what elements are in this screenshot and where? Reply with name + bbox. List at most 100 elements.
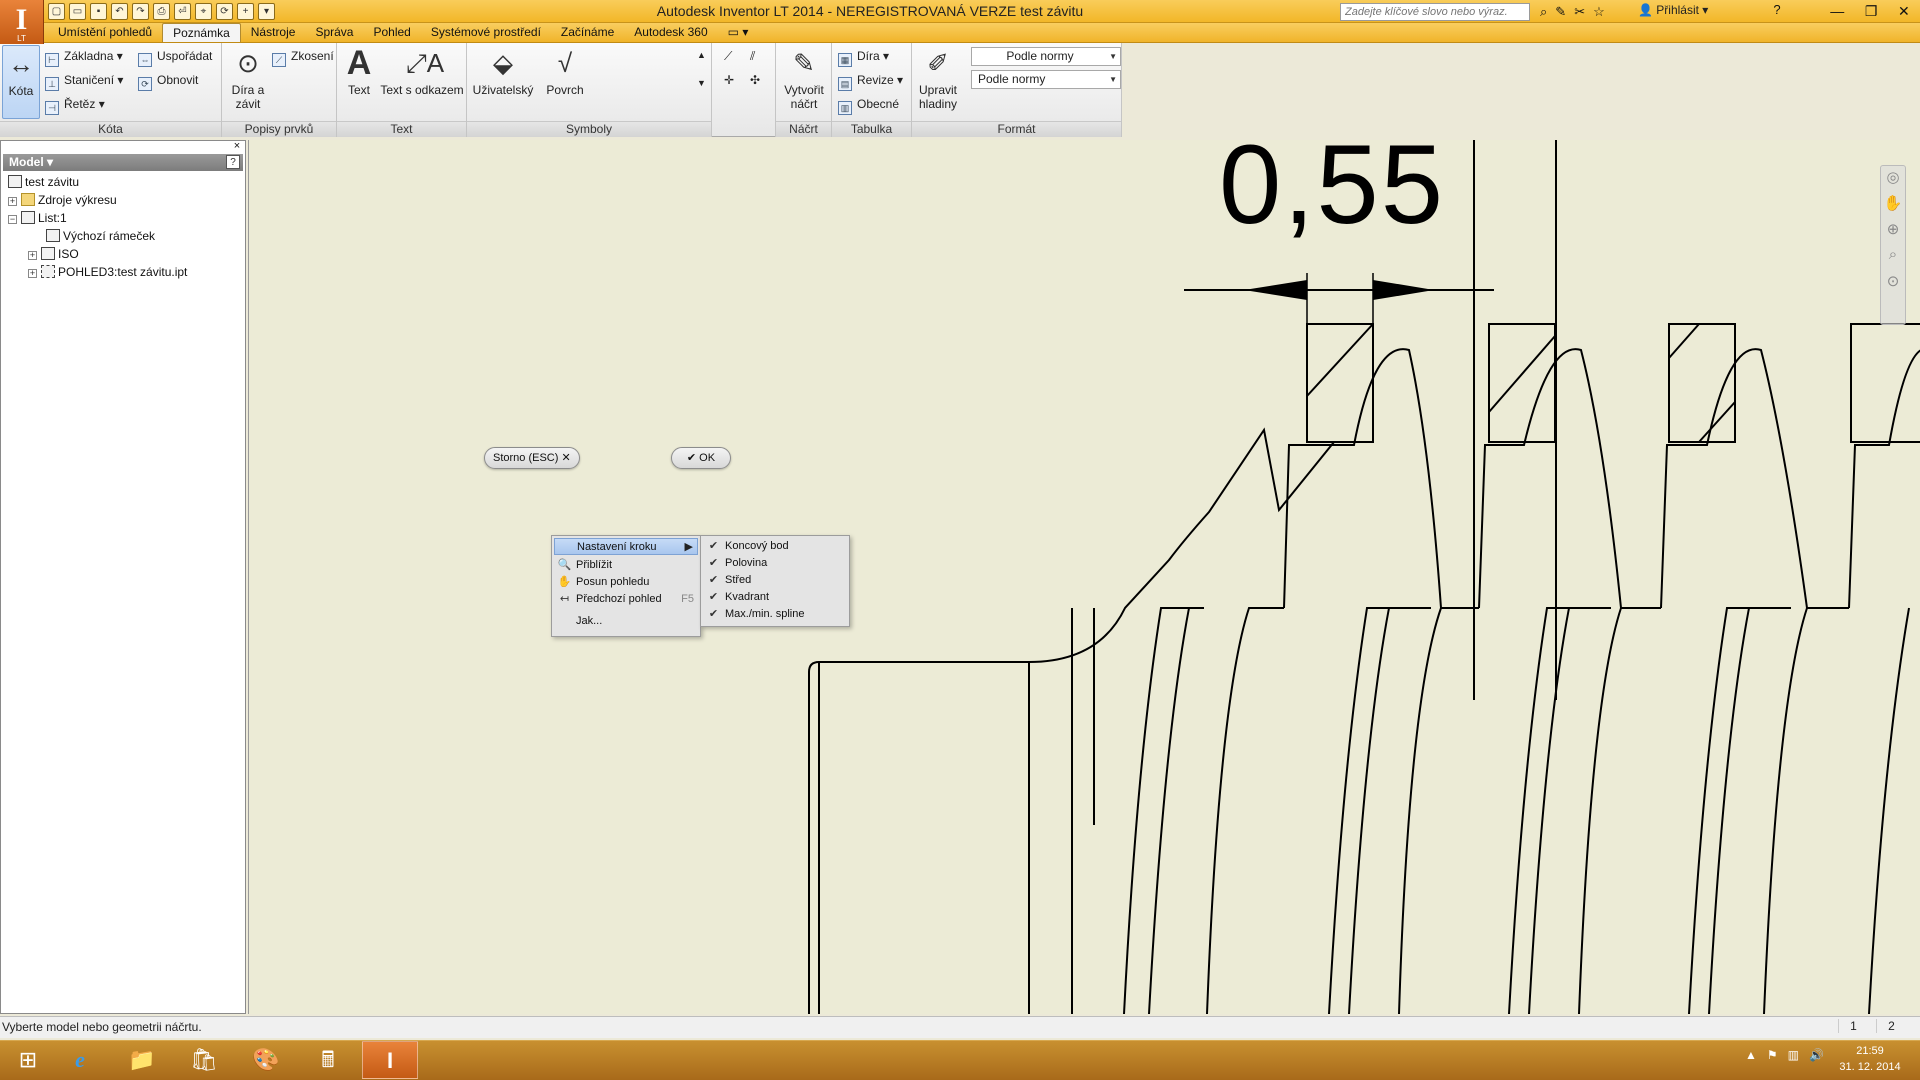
expand-icon[interactable]: + [28,269,37,278]
tree-item-iso[interactable]: + ISO [28,245,79,263]
tab-overflow-icon[interactable]: ▭ ▾ [718,23,759,42]
network-icon[interactable]: ▥ [1788,1048,1799,1062]
expand-icon[interactable]: + [28,251,37,260]
return-icon[interactable]: ⏎ [174,3,191,20]
signin-button[interactable]: 👤 Přihlásit ▾ [1638,3,1748,20]
submenu-item-polovina[interactable]: ✔ Polovina [703,555,847,572]
binoculars-icon[interactable]: ⌕ [1540,4,1547,20]
zoom-icon[interactable]: ⊕ [1881,220,1905,244]
symbol-scroll-down-icon[interactable]: ▼ [697,73,706,93]
submenu-item-kvadrant[interactable]: ✔ Kvadrant [703,589,847,606]
paint-icon[interactable]: 🎨 [238,1041,294,1079]
style-select-1[interactable]: Podle normy [971,47,1121,66]
inventor-taskbar-icon[interactable]: I [362,1041,418,1079]
staniceni-button[interactable]: ⊥ Staničení ▾ [45,70,123,91]
collapse-icon[interactable]: − [8,215,17,224]
zoom-all-icon[interactable]: ⊙ [1881,272,1905,296]
tree-item-list[interactable]: − List:1 [8,209,67,227]
submenu-item-stred[interactable]: ✔ Střed [703,572,847,589]
store-icon[interactable]: 🛍 [176,1041,232,1079]
submenu-item-koncovy-bod[interactable]: ✔ Koncový bod [703,538,847,555]
style-select-2[interactable]: Podle normy [971,70,1121,89]
symbol-scroll-up-icon[interactable]: ▲ [697,45,706,65]
calculator-icon[interactable]: 🖩 [300,1041,356,1079]
text-button[interactable]: A Text [341,45,377,97]
clock[interactable]: 21:59 31. 12. 2014 [1835,1043,1905,1075]
print-icon[interactable]: ⎙ [153,3,170,20]
zkoseni-button[interactable]: ⟋ Zkosení [272,46,334,67]
help-button[interactable]: ? [1762,2,1792,21]
internet-explorer-icon[interactable]: e [52,1041,108,1079]
drawing-canvas[interactable]: 0,55 — ❐ ✕ [248,140,1920,1014]
steering-wheel-icon[interactable]: ◎ [1881,168,1905,192]
select-icon[interactable]: ⌖ [195,3,212,20]
volume-icon[interactable]: 🔊 [1809,1048,1824,1062]
redo-icon[interactable]: ↷ [132,3,149,20]
menu-item-priblizit[interactable]: 🔍 Přiblížit [554,557,698,574]
tree-item-pohled3[interactable]: + POHLED3:test závitu.ipt [28,263,187,281]
save-icon[interactable]: ▪ [90,3,107,20]
text-odkaz-button[interactable]: ⤢A Text s odkazem [379,45,465,97]
dira-table-button[interactable]: ▦ Díra ▾ [838,46,889,67]
menu-item-predchozi-pohled[interactable]: ↤ Předchozí pohled F5 [554,591,698,608]
new-file-icon[interactable]: ▢ [48,3,65,20]
minimize-button[interactable]: — [1830,3,1844,19]
menu-item-nastaveni-kroku[interactable]: Nastavení kroku ▶ [554,538,698,555]
center-mark-icon[interactable]: ✛ [724,70,734,90]
tree-item-root[interactable]: test závitu [8,173,79,191]
zakladna-button[interactable]: ⊢ Základna ▾ [45,46,123,67]
dimension-value-text[interactable]: 0,55 [1219,140,1445,249]
browser-help-icon[interactable]: ? [226,155,240,169]
favorite-star-icon[interactable]: ☆ [1593,4,1605,20]
obnovit-button[interactable]: ⟳ Obnovit [138,70,198,91]
centerline-icon[interactable]: ✣ [750,70,760,90]
vytvorit-nacrt-button[interactable]: ✎ Vytvořit náčrt [780,45,828,111]
tree-item-ramecek[interactable]: Výchozí rámeček [46,227,155,245]
tools-icon[interactable]: ✎ [1555,4,1566,20]
tab-poznamka[interactable]: Poznámka [162,23,241,42]
tab-sprava[interactable]: Správa [305,23,363,42]
app-logo-button[interactable]: I LT [0,0,44,44]
zoom-window-icon[interactable]: ⌕ [1881,246,1905,270]
cancel-esc-button[interactable]: Storno (ESC) ✕ [484,447,580,469]
povrch-button[interactable]: √ Povrch [541,45,589,97]
uzivatelsky-button[interactable]: ⬙ Uživatelský [471,45,535,97]
close-button[interactable]: ✕ [1898,3,1910,20]
retez-button[interactable]: ⊣ Řetěz ▾ [45,94,105,115]
flag-icon[interactable]: ⚑ [1767,1048,1778,1062]
restore-button[interactable]: ❐ [1865,3,1878,20]
menu-item-jak[interactable]: Jak... [554,613,698,630]
file-explorer-icon[interactable]: 📁 [114,1041,170,1079]
obecne-button[interactable]: ▥ Obecné [838,94,899,115]
usporadat-button[interactable]: ⇔ Uspořádat [138,46,212,67]
menu-item-posun-pohledu[interactable]: ✋ Posun pohledu [554,574,698,591]
start-button-icon[interactable]: ⊞ [0,1041,56,1079]
ok-button[interactable]: ✔ OK [671,447,731,469]
submenu-item-max-min-spline[interactable]: ✔ Max./min. spline [703,606,847,623]
thread-geometry[interactable] [249,140,1920,1014]
tab-systemove-prostredi[interactable]: Systémové prostředí [421,23,551,42]
tree-item-zdroje[interactable]: + Zdroje výkresu [8,191,117,209]
cross-tools-icon[interactable]: ✂ [1574,4,1585,20]
revize-button[interactable]: ▤ Revize ▾ [838,70,903,91]
kota-button[interactable]: ↔ Kóta [2,45,40,119]
tab-umisteni-pohledu[interactable]: Umístění pohledů [48,23,162,42]
open-file-icon[interactable]: ▭ [69,3,86,20]
tray-expand-icon[interactable]: ▲ [1745,1048,1757,1062]
line-tool-icon[interactable]: ⟋ [724,46,732,66]
dira-zavit-button[interactable]: ⊙ Díra a závit [226,45,270,111]
tab-pohled[interactable]: Pohled [363,23,420,42]
add-icon[interactable]: + [237,3,254,20]
tab-nastroje[interactable]: Nástroje [241,23,306,42]
hatch-tool-icon[interactable]: ⫽ [750,46,755,66]
qat-dropdown-icon[interactable]: ▾ [258,3,275,20]
browser-close-icon[interactable]: × [230,140,244,154]
upravit-hladiny-button[interactable]: ✐ Upravit hladiny [914,45,962,111]
search-input[interactable] [1340,2,1530,21]
tab-autodesk-360[interactable]: Autodesk 360 [624,23,717,42]
browser-title[interactable]: Model ▾ [3,154,243,171]
update-icon[interactable]: ⟳ [216,3,233,20]
undo-icon[interactable]: ↶ [111,3,128,20]
tab-zaciname[interactable]: Začínáme [551,23,624,42]
expand-icon[interactable]: + [8,197,17,206]
